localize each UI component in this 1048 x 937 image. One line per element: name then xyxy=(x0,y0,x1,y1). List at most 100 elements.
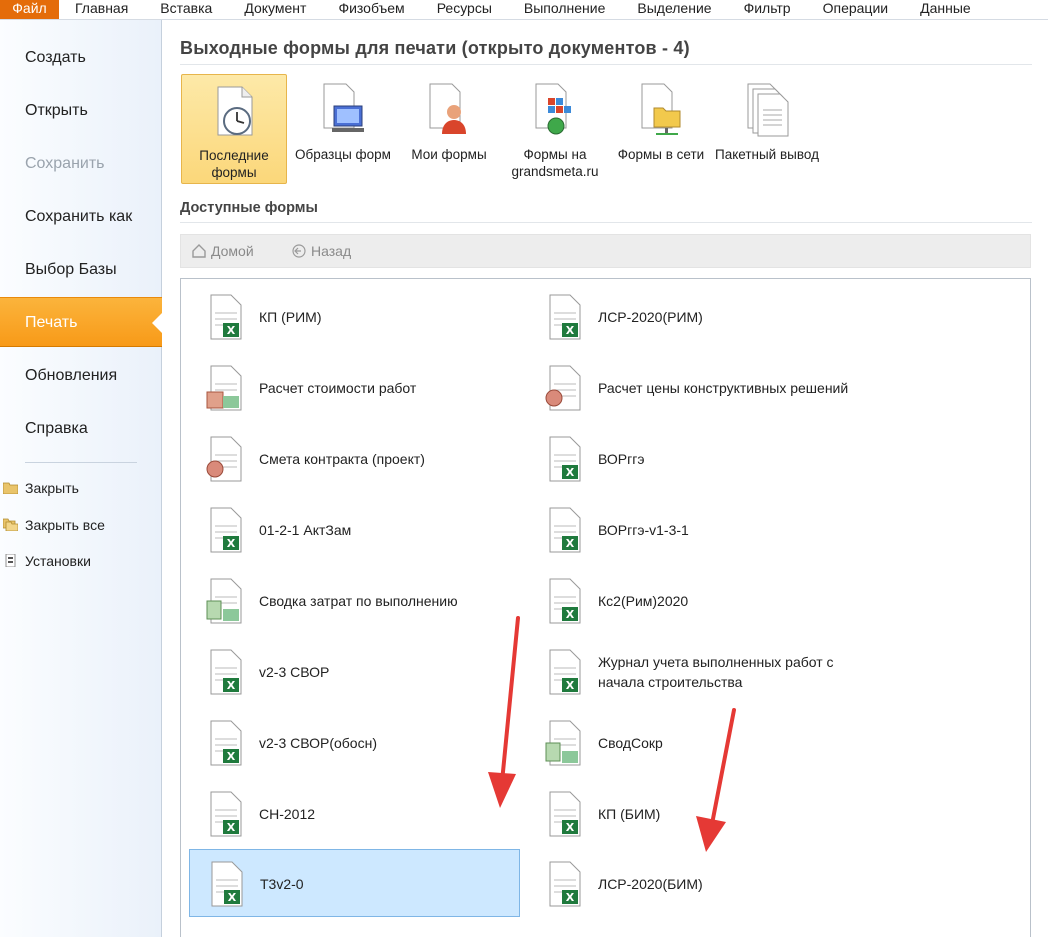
sidebar-item-updates[interactable]: Обновления xyxy=(0,351,162,401)
page-title: Выходные формы для печати (открыто докум… xyxy=(180,38,690,58)
my-forms-icon xyxy=(429,83,466,134)
recent-forms-icon xyxy=(217,86,253,136)
forms-navbar: Домой Назад xyxy=(180,234,1031,268)
excel-form-icon: X xyxy=(210,649,242,695)
menu-execution[interactable]: Выполнение xyxy=(508,0,621,19)
excel-form-icon: X xyxy=(549,861,581,907)
svg-text:X: X xyxy=(566,466,575,479)
form-item-contract-estimate[interactable]: Смета контракта (проект) xyxy=(189,425,520,493)
back-arrow-icon xyxy=(292,244,306,258)
form-item-cost-calc[interactable]: Расчет стоимости работ xyxy=(189,354,520,422)
menu-home[interactable]: Главная xyxy=(59,0,144,19)
sidebar-item-open[interactable]: Открыть xyxy=(0,86,162,136)
sidebar-close-label: Закрыть xyxy=(25,480,79,496)
tool-network-forms[interactable]: Формы в сети xyxy=(608,74,714,184)
menu-data[interactable]: Данные xyxy=(904,0,987,19)
form-item-v23-svor[interactable]: X v2-3 СВОР xyxy=(189,638,520,706)
menu-filter[interactable]: Фильтр xyxy=(728,0,807,19)
form-item-lsr-2020-rim[interactable]: X ЛСР-2020(РИМ) xyxy=(528,283,859,351)
tool-form-samples-label: Образцы форм xyxy=(295,147,391,162)
annotation-arrow-left xyxy=(488,616,520,808)
form-item-vorgge[interactable]: X ВОРггэ xyxy=(528,425,859,493)
form-item-kp-rim[interactable]: X КП (РИМ) xyxy=(189,283,520,351)
form-item-cost-summary[interactable]: Сводка затрат по выполнению xyxy=(189,567,520,635)
excel-form-icon: X xyxy=(210,294,242,340)
svg-text:X: X xyxy=(227,537,236,550)
menu-operations[interactable]: Операции xyxy=(807,0,905,19)
sidebar-item-save-as[interactable]: Сохранить как xyxy=(0,192,162,242)
menu-file[interactable]: Файл xyxy=(0,0,59,19)
form-item-label: КП (РИМ) xyxy=(259,309,322,325)
tool-form-samples[interactable]: Образцы форм xyxy=(290,74,396,184)
form-item-label: Расчет цены конструктивных решений xyxy=(598,380,849,396)
annotation-arrow-right xyxy=(696,708,736,852)
sidebar-item-select-base[interactable]: Выбор Базы xyxy=(0,245,162,295)
form-item-v23-svor-obosn[interactable]: X v2-3 СВОР(обосн) xyxy=(189,709,520,777)
menu-physvolume[interactable]: Физобъем xyxy=(322,0,420,19)
excel-form-icon: X xyxy=(549,791,581,837)
form-item-label: ВОРггэ xyxy=(598,451,645,467)
sidebar-item-save: Сохранить xyxy=(25,155,105,172)
form-item-lsr-2020-bim[interactable]: X ЛСР-2020(БИМ) xyxy=(528,850,859,918)
tool-my-forms-label: Мои формы xyxy=(411,147,487,162)
excel-form-icon: X xyxy=(211,861,243,907)
svg-text:X: X xyxy=(228,891,237,904)
folders-close-all-icon xyxy=(3,518,18,531)
svg-text:X: X xyxy=(227,750,236,763)
forms-list: X КП (РИМ) X ЛСР-2020(РИМ) Расчет стоимо… xyxy=(180,278,1031,937)
sidebar-item-help[interactable]: Справка xyxy=(0,404,162,454)
seal-form-icon xyxy=(206,436,242,482)
svg-text:X: X xyxy=(566,324,575,337)
form-item-t3v2-0[interactable]: X Т3v2-0 xyxy=(189,849,520,917)
form-item-label: 01-2-1 АктЗам xyxy=(259,522,352,538)
svg-text:X: X xyxy=(227,821,236,834)
form-samples-icon xyxy=(323,83,364,132)
excel-form-icon: X xyxy=(210,791,242,837)
svg-text:X: X xyxy=(566,608,575,621)
tool-batch-output[interactable]: Пакетный вывод xyxy=(714,74,820,184)
svg-text:X: X xyxy=(566,537,575,550)
excel-form-icon: X xyxy=(549,578,581,624)
tool-recent-forms[interactable]: Последние формы xyxy=(181,74,287,184)
sidebar-settings-label: Установки xyxy=(25,553,91,569)
excel-form-icon: X xyxy=(549,436,581,482)
sidebar-divider xyxy=(25,462,137,463)
batch-output-icon xyxy=(747,83,789,137)
home-icon xyxy=(192,244,206,258)
menu-bar: Файл Главная Вставка Документ Физобъем Р… xyxy=(0,0,1048,20)
summary-form-icon xyxy=(545,720,581,766)
tool-web-forms[interactable]: Формы на grandsmeta.ru xyxy=(502,74,608,184)
form-item-sn-2012[interactable]: X СН-2012 xyxy=(189,780,520,848)
backstage-sidebar: Создать Открыть Сохранить Сохранить как … xyxy=(0,20,163,937)
settings-icon xyxy=(5,554,16,567)
form-item-label: ВОРггэ-v1-3-1 xyxy=(598,522,689,538)
cost-estimate-form-icon xyxy=(206,365,242,411)
form-item-aktzam[interactable]: X 01-2-1 АктЗам xyxy=(189,496,520,564)
sidebar-item-create[interactable]: Создать xyxy=(0,33,162,83)
form-item-design-price[interactable]: Расчет цены конструктивных решений xyxy=(528,354,859,422)
sidebar-item-settings[interactable]: Установки xyxy=(0,550,91,572)
sidebar-item-print[interactable]: Печать xyxy=(0,297,163,347)
menu-insert[interactable]: Вставка xyxy=(144,0,228,19)
sidebar-item-close-all[interactable]: Закрыть все xyxy=(0,514,105,536)
form-item-label: Журнал учета выполненных работ с начала … xyxy=(598,654,834,690)
menu-document[interactable]: Документ xyxy=(228,0,322,19)
svg-text:X: X xyxy=(566,821,575,834)
nav-home-button[interactable]: Домой xyxy=(189,235,254,267)
form-item-works-journal[interactable]: X Журнал учета выполненных работ с начал… xyxy=(528,638,859,706)
form-item-vorgge-v131[interactable]: X ВОРггэ-v1-3-1 xyxy=(528,496,859,564)
nav-back-button[interactable]: Назад xyxy=(289,235,351,267)
summary-form-icon xyxy=(206,578,242,624)
menu-resources[interactable]: Ресурсы xyxy=(421,0,508,19)
form-item-label: Кс2(Рим)2020 xyxy=(598,593,689,609)
form-item-ks2-rim-2020[interactable]: X Кс2(Рим)2020 xyxy=(528,567,859,635)
svg-text:X: X xyxy=(566,891,575,904)
tool-network-forms-label: Формы в сети xyxy=(617,147,705,162)
excel-form-icon: X xyxy=(210,720,242,766)
menu-selection[interactable]: Выделение xyxy=(621,0,727,19)
sidebar-item-close[interactable]: Закрыть xyxy=(0,477,79,499)
form-item-label: ЛСР-2020(РИМ) xyxy=(598,309,703,325)
form-item-label: ЛСР-2020(БИМ) xyxy=(598,876,703,892)
tool-my-forms[interactable]: Мои формы xyxy=(396,74,502,184)
network-forms-icon xyxy=(641,83,681,135)
